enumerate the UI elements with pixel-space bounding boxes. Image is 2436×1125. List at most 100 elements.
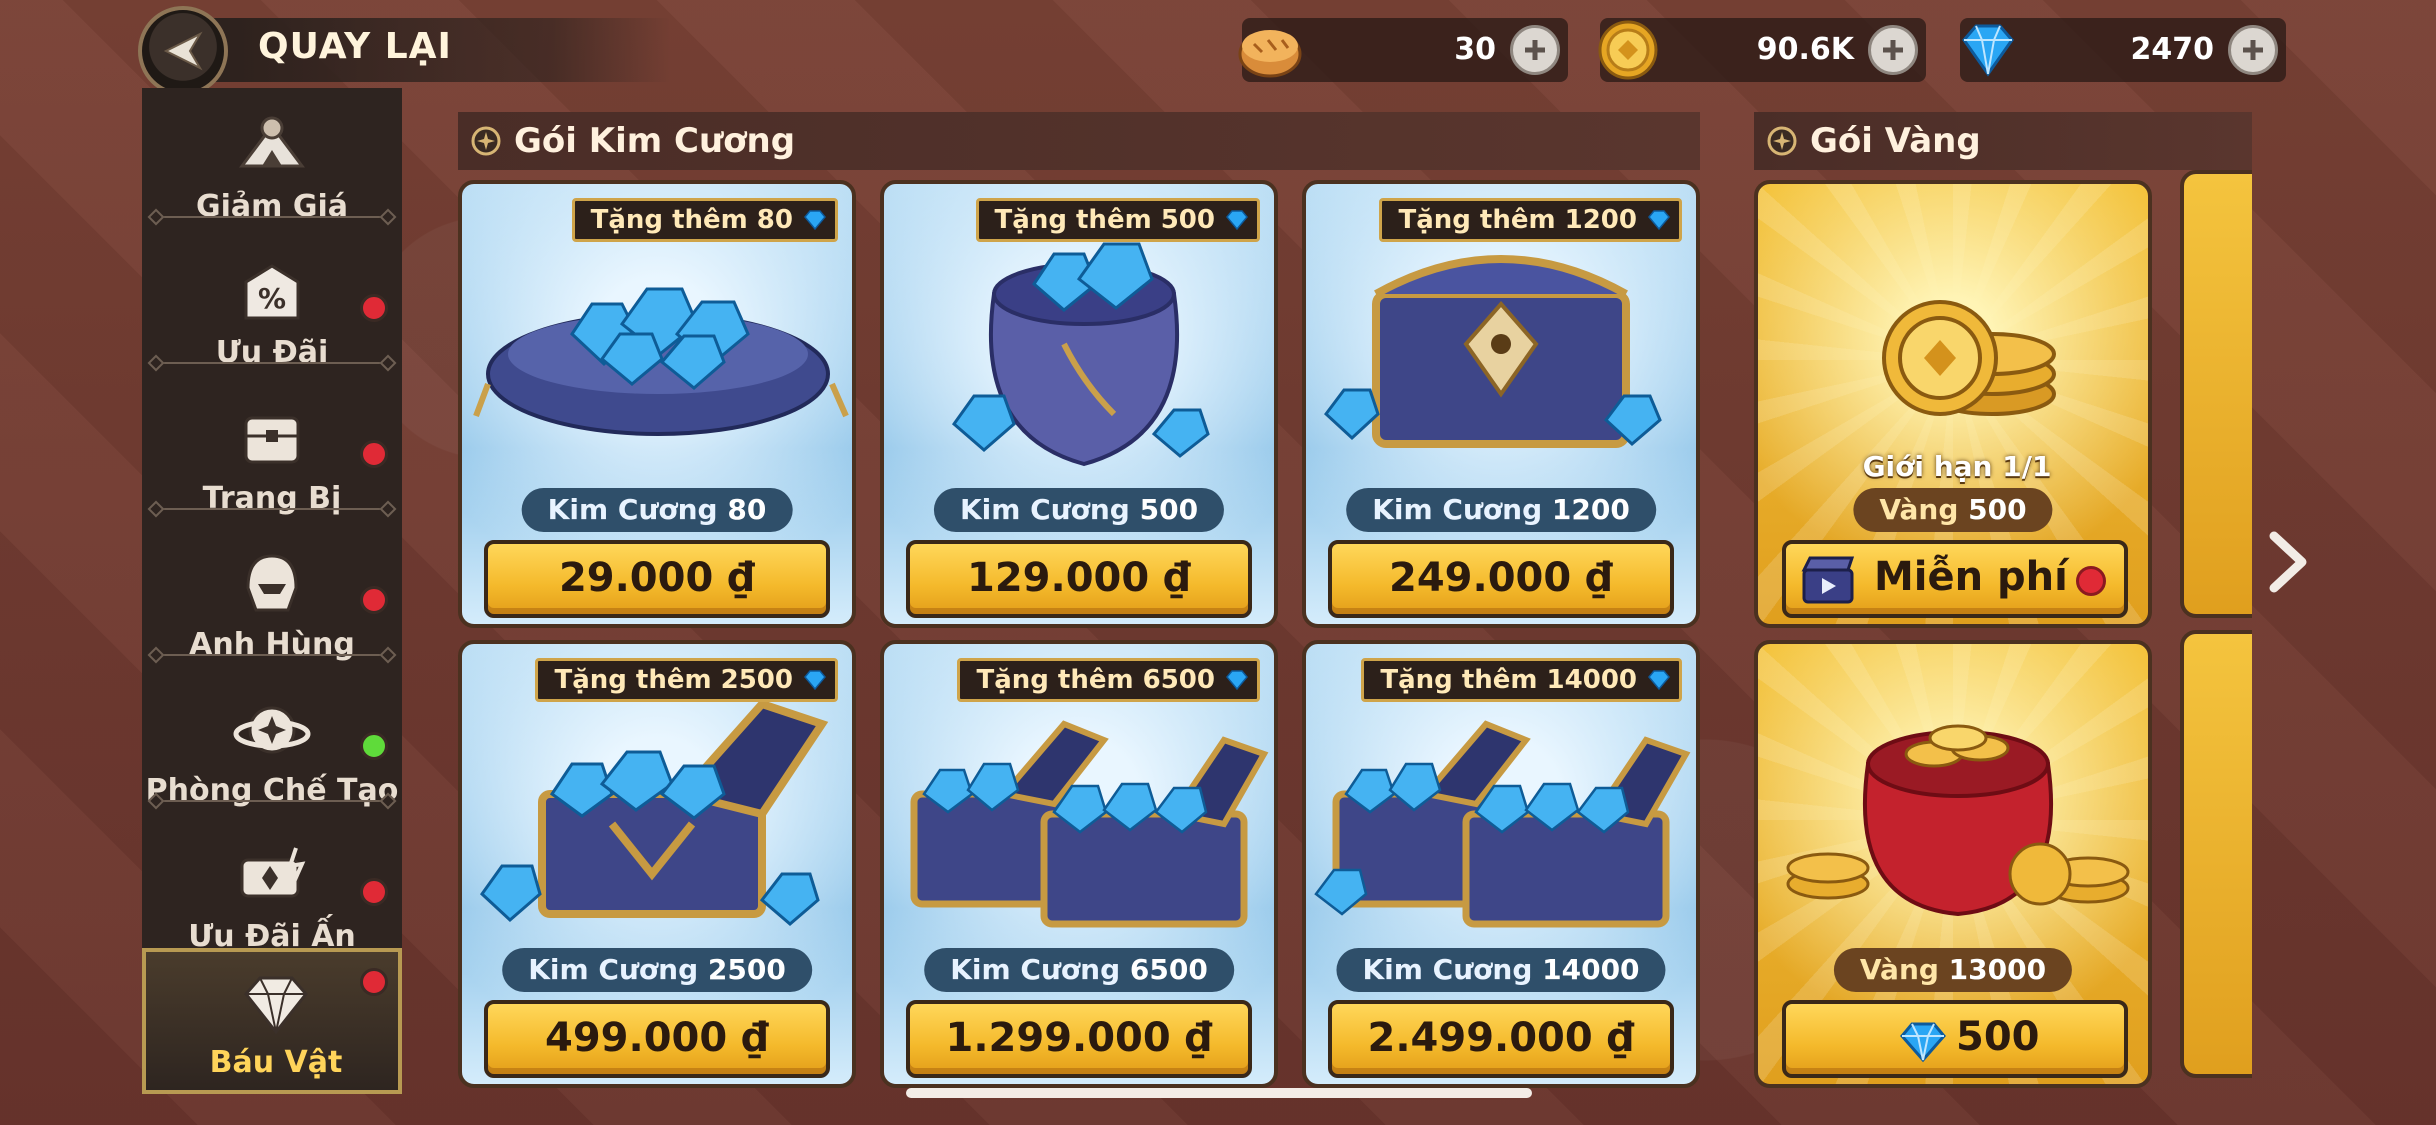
gold-pack-card[interactable]: Vàng 13000 500	[1754, 640, 2152, 1088]
bonus-tag: Tặng thêm 1200	[1379, 198, 1682, 242]
bonus-tag: Tặng thêm 14000	[1361, 658, 1682, 702]
diamond-pack-card[interactable]: Tặng thêm 500 Kim Cương 500 129.000 ₫	[880, 180, 1278, 628]
pack-name-text: Kim Cương	[1372, 493, 1543, 526]
diamond-pack-card[interactable]: Tặng thêm 6500 Kim Cương 6500 1.299.000 …	[880, 640, 1278, 1088]
pack-amount: 80	[727, 493, 767, 526]
pack-amount: 500	[1968, 493, 2027, 526]
back-arrow-icon	[163, 31, 203, 71]
add-diamond-button[interactable]	[2228, 25, 2278, 75]
chevron-right-icon[interactable]	[2264, 530, 2312, 594]
bonus-text: Tặng thêm 14000	[1380, 665, 1637, 695]
currency-diamond: 2470	[1960, 18, 2286, 82]
sidebar-item-anh-hung[interactable]: Anh Hùng	[142, 526, 402, 672]
gear-emblem-icon	[471, 126, 501, 156]
top-bar: QUAY LẠI 30 90.6K 2470	[0, 0, 2436, 100]
diamond-value: 2470	[2130, 32, 2215, 67]
sidebar-item-label: Trang Bị	[202, 481, 342, 516]
free-label: Miễn phí	[1874, 554, 2068, 600]
notification-badge	[360, 968, 388, 996]
pack-amount: 2500	[707, 953, 786, 986]
diamond-pack-card[interactable]: Tặng thêm 2500 Kim Cương 2500 499.000 ₫	[458, 640, 856, 1088]
currency-gold: 90.6K	[1598, 18, 1926, 82]
gold-pack-card[interactable]: Giới hạn 1/1 Vàng 500 Miễn phí	[1754, 180, 2152, 628]
bonus-text: Tặng thêm 6500	[976, 665, 1215, 695]
sidebar-divider	[156, 654, 388, 656]
pack-amount: 500	[1139, 493, 1199, 526]
pack-amount: 6500	[1129, 953, 1208, 986]
sidebar-item-label: Ưu Đãi	[215, 335, 329, 370]
free-claim-button[interactable]: Miễn phí	[1782, 540, 2128, 618]
diamond-section-header: Gói Kim Cương	[458, 112, 1700, 170]
gold-section-header: Gói Vàng	[1754, 112, 2252, 170]
add-bread-button[interactable]	[1510, 25, 1560, 75]
sidebar-divider	[156, 362, 388, 364]
pack-amount: 14000	[1542, 953, 1640, 986]
sidebar-item-bau-vat[interactable]: Báu Vật	[142, 948, 402, 1094]
purchase-limit: Giới hạn 1/1	[1862, 450, 2052, 483]
sidebar-item-uu-dai-an[interactable]: Ưu Đãi Ấn	[142, 818, 402, 964]
diamond-icon	[804, 670, 826, 691]
bonus-text: Tặng thêm 80	[590, 205, 793, 235]
buy-button[interactable]: 249.000 ₫	[1328, 540, 1674, 618]
bread-icon	[1238, 30, 1302, 78]
section-title: Gói Vàng	[1810, 121, 1981, 161]
notification-badge	[2076, 566, 2106, 596]
add-gold-button[interactable]	[1868, 25, 1918, 75]
diamond-icon	[1962, 24, 2014, 77]
sidebar-item-label: Giảm Giá	[195, 189, 348, 224]
pack-name-text: Vàng	[1859, 953, 1939, 986]
discount-tent-icon	[239, 116, 305, 168]
diamond-icon	[1226, 670, 1248, 691]
sidebar-item-giam-gia[interactable]: Giảm Giá	[142, 88, 402, 234]
gold-pack-card-partial[interactable]	[2180, 630, 2252, 1078]
buy-button[interactable]: 2.499.000 ₫	[1328, 1000, 1674, 1078]
bonus-text: Tặng thêm 500	[994, 205, 1215, 235]
diamond-icon	[1900, 1022, 1946, 1063]
crafting-planet-icon	[233, 706, 311, 754]
pack-name: Kim Cương 80	[521, 488, 793, 532]
pack-name: Kim Cương 6500	[924, 948, 1234, 992]
pack-name-text: Kim Cương	[528, 953, 699, 986]
diamond-pack-card[interactable]: Tặng thêm 1200 Kim Cương 1200 249.000 ₫	[1302, 180, 1700, 628]
diamond-icon	[1648, 670, 1670, 691]
bonus-tag: Tặng thêm 500	[975, 198, 1260, 242]
notification-badge	[360, 440, 388, 468]
buy-button[interactable]: 1.299.000 ₫	[906, 1000, 1252, 1078]
svg-text:%: %	[258, 282, 286, 315]
gold-coin-stack-art	[1882, 300, 2056, 416]
diamond-icon	[1648, 210, 1670, 231]
section-title: Gói Kim Cương	[514, 121, 796, 161]
pack-name-text: Kim Cương	[959, 493, 1130, 526]
home-indicator	[906, 1088, 1532, 1098]
sidebar-item-phong-che-tao[interactable]: Phòng Chế Tạo	[142, 672, 402, 818]
pack-name-text: Kim Cương	[1362, 953, 1533, 986]
buy-button[interactable]: 29.000 ₫	[484, 540, 830, 618]
helmet-icon	[246, 554, 298, 612]
plus-icon	[2243, 40, 2263, 60]
buy-with-diamond-button[interactable]: 500	[1782, 1000, 2128, 1078]
gear-emblem-icon	[1767, 126, 1797, 156]
back-button[interactable]	[138, 6, 228, 96]
sidebar-item-label: Phòng Chế Tạo	[145, 773, 399, 808]
back-label[interactable]: QUAY LẠI	[258, 26, 452, 67]
gold-coin-icon	[1598, 20, 1658, 80]
sidebar-divider	[156, 216, 388, 218]
pack-name: Vàng 13000	[1833, 948, 2073, 992]
diamond-pack-card[interactable]: Tặng thêm 80 Kim Cương 80 29.000 ₫	[458, 180, 856, 628]
pack-amount: 13000	[1948, 953, 2047, 986]
pack-name: Kim Cương 500	[933, 488, 1225, 532]
chest-icon	[244, 416, 300, 464]
bonus-text: Tặng thêm 1200	[1398, 205, 1637, 235]
sidebar-item-label: Anh Hùng	[189, 627, 355, 662]
diamond-icon	[804, 210, 826, 231]
bonus-tag: Tặng thêm 2500	[535, 658, 838, 702]
gold-pack-card-partial[interactable]	[2180, 170, 2252, 618]
pack-name-text: Kim Cương	[950, 953, 1121, 986]
diamond-pack-card[interactable]: Tặng thêm 14000 Kim Cương 14000 2.499.00…	[1302, 640, 1700, 1088]
buy-button[interactable]: 499.000 ₫	[484, 1000, 830, 1078]
notification-badge	[360, 294, 388, 322]
sidebar-item-uu-dai[interactable]: % Ưu Đãi	[142, 234, 402, 380]
buy-button[interactable]: 129.000 ₫	[906, 540, 1252, 618]
sidebar-item-trang-bi[interactable]: Trang Bị	[142, 380, 402, 526]
sidebar-item-label: Báu Vật	[209, 1045, 343, 1080]
